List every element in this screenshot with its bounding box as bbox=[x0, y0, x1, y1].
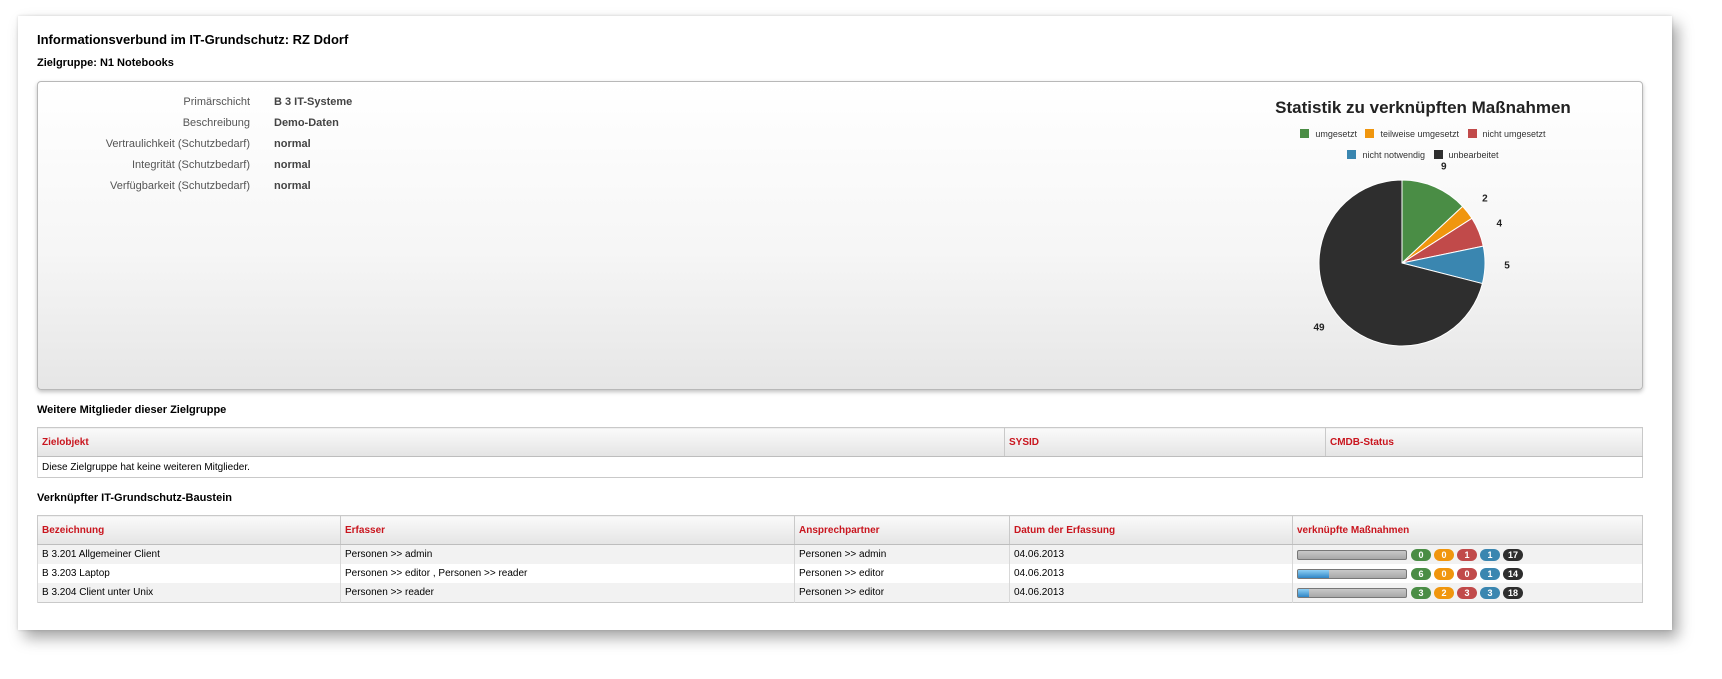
cell-bezeichnung: B 3.204 Client unter Unix bbox=[37, 583, 341, 603]
cell-datum: 04.06.2013 bbox=[1009, 544, 1293, 564]
column-header-bezeichnung[interactable]: Bezeichnung bbox=[37, 515, 341, 545]
pie-svg: 9 2 4 5 49 bbox=[1314, 162, 1510, 347]
column-header-datum[interactable]: Datum der Erfassung bbox=[1009, 515, 1293, 545]
property-value: normal bbox=[274, 180, 311, 192]
page-container: Informationsverbund im IT-Grundschutz: R… bbox=[18, 16, 1672, 630]
count-badge-unbearbeitet[interactable]: 17 bbox=[1503, 548, 1524, 561]
count-badge-umgesetzt[interactable]: 0 bbox=[1411, 548, 1431, 561]
pie-data-label: 5 bbox=[1504, 260, 1510, 271]
cell-ansprechpartner: Personen >> editor bbox=[794, 564, 1010, 583]
count-badge-nicht-notwendig[interactable]: 1 bbox=[1480, 548, 1500, 561]
modules-heading: Verknüpfter IT-Grundschutz-Baustein bbox=[37, 492, 232, 504]
cell-bezeichnung: B 3.203 Laptop bbox=[37, 564, 341, 583]
property-value: normal bbox=[274, 159, 311, 171]
table-row[interactable]: B 3.203 Laptop Personen >> editor , Perso… bbox=[37, 564, 1643, 583]
property-value: Demo-Daten bbox=[274, 117, 339, 129]
progress-bar bbox=[1297, 568, 1407, 579]
progress-bar bbox=[1297, 587, 1407, 598]
cell-massnahmen: 6 0 0 1 14 bbox=[1292, 564, 1643, 583]
count-badge-umgesetzt[interactable]: 6 bbox=[1411, 567, 1431, 580]
cell-erfasser: Personen >> admin bbox=[340, 544, 795, 564]
count-badge-nicht-notwendig[interactable]: 1 bbox=[1480, 567, 1500, 580]
modules-header-row: Bezeichnung Erfasser Ansprechpartner Dat… bbox=[37, 515, 1643, 545]
cell-ansprechpartner: Personen >> admin bbox=[794, 544, 1010, 564]
count-badge-teilweise-umgesetzt[interactable]: 0 bbox=[1434, 548, 1454, 561]
progress-fill bbox=[1298, 569, 1330, 578]
members-header-row: Zielobjekt SYSID CMDB-Status bbox=[37, 427, 1643, 457]
column-header-erfasser[interactable]: Erfasser bbox=[340, 515, 795, 545]
page-subtitle: Zielgruppe: N1 Notebooks bbox=[37, 57, 174, 69]
count-badge-umgesetzt[interactable]: 3 bbox=[1411, 586, 1431, 599]
column-header-ansprechpartner[interactable]: Ansprechpartner bbox=[794, 515, 1010, 545]
count-badge-nicht-umgesetzt[interactable]: 3 bbox=[1457, 586, 1477, 599]
count-badge-nicht-umgesetzt[interactable]: 1 bbox=[1457, 548, 1477, 561]
count-badge-unbearbeitet[interactable]: 18 bbox=[1503, 586, 1524, 599]
column-header-massnahmen[interactable]: verknüpfte Maßnahmen bbox=[1292, 515, 1643, 545]
table-row: Diese Zielgruppe hat keine weiteren Mitg… bbox=[37, 456, 1643, 478]
count-badge-nicht-umgesetzt[interactable]: 0 bbox=[1457, 567, 1477, 580]
pie-data-label: 49 bbox=[1314, 322, 1326, 333]
cell-massnahmen: 0 0 1 1 17 bbox=[1292, 544, 1643, 564]
members-heading: Weitere Mitglieder dieser Zielgruppe bbox=[37, 404, 227, 416]
cell-erfasser: Personen >> reader bbox=[340, 583, 795, 603]
cell-massnahmen: 3 2 3 3 18 bbox=[1292, 583, 1643, 603]
info-panel: Primärschicht B 3 IT-Systeme Beschreibun… bbox=[37, 81, 1643, 390]
property-label: Integrität (Schutzbedarf) bbox=[131, 159, 250, 171]
count-badge-teilweise-umgesetzt[interactable]: 0 bbox=[1434, 567, 1454, 580]
cell-ansprechpartner: Personen >> editor bbox=[794, 583, 1010, 603]
count-badge-nicht-notwendig[interactable]: 3 bbox=[1480, 586, 1500, 599]
column-header-cmdb-status[interactable]: CMDB-Status bbox=[1325, 427, 1643, 457]
property-label: Beschreibung bbox=[182, 117, 250, 129]
cell-datum: 04.06.2013 bbox=[1009, 583, 1293, 603]
page-title: Informationsverbund im IT-Grundschutz: R… bbox=[37, 32, 349, 47]
pie-data-label: 4 bbox=[1496, 218, 1502, 229]
property-label: Vertraulichkeit (Schutzbedarf) bbox=[105, 138, 250, 150]
property-value: normal bbox=[274, 138, 311, 150]
count-badge-unbearbeitet[interactable]: 14 bbox=[1503, 567, 1524, 580]
pie-data-label: 2 bbox=[1482, 194, 1488, 205]
pie-chart: Statistik zu verknüpften Maßnahmen umges… bbox=[1256, 96, 1626, 376]
progress-fill bbox=[1298, 588, 1309, 597]
cell-erfasser: Personen >> editor , Personen >> reader bbox=[340, 564, 795, 583]
modules-table: Bezeichnung Erfasser Ansprechpartner Dat… bbox=[37, 515, 1643, 603]
cell-bezeichnung: B 3.201 Allgemeiner Client bbox=[37, 544, 341, 564]
property-label: Primärschicht bbox=[183, 96, 250, 108]
progress-bar bbox=[1297, 549, 1407, 560]
modules-body: B 3.201 Allgemeiner Client Personen >> ad… bbox=[37, 544, 1643, 603]
table-row[interactable]: B 3.201 Allgemeiner Client Personen >> ad… bbox=[37, 544, 1643, 564]
column-header-zielobjekt[interactable]: Zielobjekt bbox=[37, 427, 1005, 457]
members-table: Zielobjekt SYSID CMDB-Status Diese Zielg… bbox=[37, 427, 1643, 478]
cell-datum: 04.06.2013 bbox=[1009, 564, 1293, 583]
property-label: Verfügbarkeit (Schutzbedarf) bbox=[109, 180, 250, 192]
empty-message: Diese Zielgruppe hat keine weiteren Mitg… bbox=[37, 456, 1643, 478]
pie-data-label: 9 bbox=[1441, 162, 1447, 173]
table-row[interactable]: B 3.204 Client unter Unix Personen >> rea… bbox=[37, 583, 1643, 603]
property-value: B 3 IT-Systeme bbox=[274, 96, 353, 108]
count-badge-teilweise-umgesetzt[interactable]: 2 bbox=[1434, 586, 1454, 599]
column-header-sysid[interactable]: SYSID bbox=[1004, 427, 1326, 457]
